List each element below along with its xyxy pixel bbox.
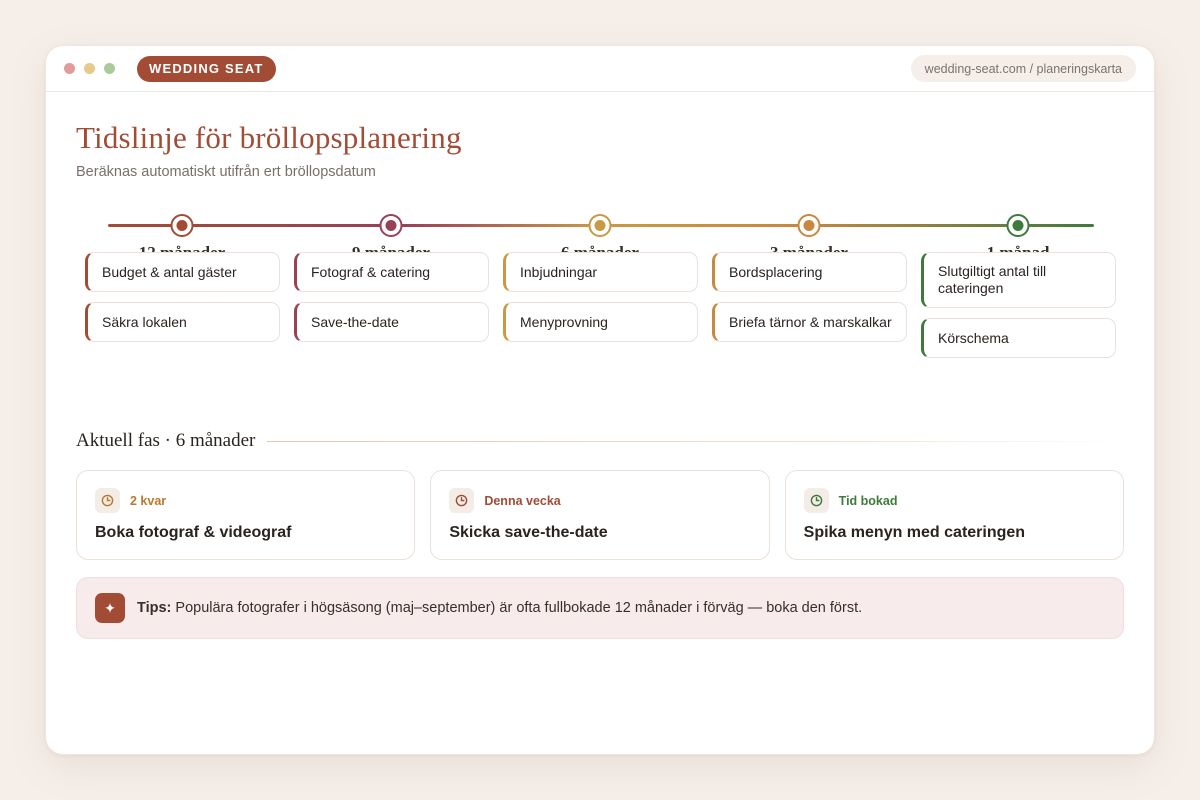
milestone-node-dot (385, 220, 397, 231)
main-content: Tidslinje för bröllopsplanering Beräknas… (46, 92, 1154, 639)
phase-cards: 2 kvar Boka fotograf & videograf Denna vec… (76, 470, 1124, 560)
milestone-node[interactable] (588, 214, 612, 237)
task-item[interactable]: Körschema (921, 318, 1116, 358)
card-title: Skicka save-the-date (449, 524, 608, 541)
card-header: Tid bokad (803, 488, 1105, 513)
title-bar: WEDDING SEAT wedding-seat.com / planerin… (46, 46, 1154, 92)
task-item[interactable]: Inbjudningar (503, 252, 698, 292)
current-phase-header: Aktuell fas · 6 månader (76, 426, 1124, 456)
milestone-tasks: Inbjudningar Menyprovning (503, 252, 698, 352)
task-item[interactable]: Save-the-date (294, 302, 489, 342)
task-item[interactable]: Menyprovning (503, 302, 698, 342)
task-item[interactable]: Budget & antal gäster (85, 252, 280, 292)
card-header: Denna vecka (449, 488, 750, 513)
current-phase-title: Aktuell fas · 6 månader (76, 430, 256, 451)
close-dot[interactable] (64, 63, 75, 74)
page-title: Tidslinje för bröllopsplanering (76, 120, 462, 155)
card-header: 2 kvar (95, 488, 396, 513)
milestone-node-dot (594, 220, 606, 231)
minimize-dot[interactable] (84, 63, 95, 74)
card-title: Spika menyn med cateringen (803, 524, 1026, 541)
clock-icon (449, 488, 475, 513)
milestone-tasks: Slutgiltigt antal till cateringen Körsche… (921, 252, 1116, 368)
milestone-node-dot (1012, 220, 1024, 231)
task-item[interactable]: Slutgiltigt antal till cateringen (921, 252, 1116, 308)
app-window: WEDDING SEAT wedding-seat.com / planerin… (45, 45, 1155, 755)
tip-label: Tips: (137, 600, 172, 616)
clock-icon (95, 488, 120, 513)
tip-text-wrap: Tips: Populära fotografer i högsäsong (m… (137, 600, 862, 616)
milestone-node[interactable] (170, 214, 194, 237)
phase-card[interactable]: Tid bokad Spika menyn med cateringen (784, 470, 1124, 560)
brand-badge[interactable]: WEDDING SEAT (137, 55, 276, 82)
card-title: Boka fotograf & videograf (95, 524, 292, 541)
phase-divider (267, 440, 1124, 442)
milestone-tasks: Bordsplacering Briefa tärnor & marskalkar (712, 252, 907, 352)
task-item[interactable]: Säkra lokalen (85, 302, 280, 342)
phase-card[interactable]: Denna vecka Skicka save-the-date (430, 470, 770, 560)
milestone-node-dot (803, 220, 815, 231)
planning-timeline: 12 månaderBudget & antal gästerSäkra lok… (76, 202, 1124, 402)
page-subtitle: Beräknas automatiskt utifrån ert bröllop… (76, 164, 376, 180)
milestone-tasks: Budget & antal gäster Säkra lokalen (85, 252, 280, 352)
milestone-node[interactable] (1006, 214, 1030, 237)
milestone-node[interactable] (379, 214, 403, 237)
milestone-node-dot (176, 220, 188, 231)
sparkle-icon: ✦ (95, 593, 125, 623)
card-status: 2 kvar (130, 493, 167, 508)
task-item[interactable]: Bordsplacering (712, 252, 907, 292)
task-item[interactable]: Briefa tärnor & marskalkar (712, 302, 907, 342)
milestone-node[interactable] (797, 214, 821, 237)
task-item[interactable]: Fotograf & catering (294, 252, 489, 292)
tip-text: Populära fotografer i högsäsong (maj–sep… (175, 600, 863, 616)
milestone-tasks: Fotograf & catering Save-the-date (294, 252, 489, 352)
window-controls (64, 63, 115, 74)
address-bar[interactable]: wedding-seat.com / planeringskarta (910, 55, 1136, 82)
card-status: Denna vecka (484, 493, 561, 508)
tip-banner: ✦ Tips: Populära fotografer i högsäsong … (76, 577, 1124, 639)
maximize-dot[interactable] (104, 63, 115, 74)
phase-card[interactable]: 2 kvar Boka fotograf & videograf (76, 470, 416, 560)
clock-icon (803, 488, 829, 513)
card-status: Tid bokad (838, 493, 898, 508)
